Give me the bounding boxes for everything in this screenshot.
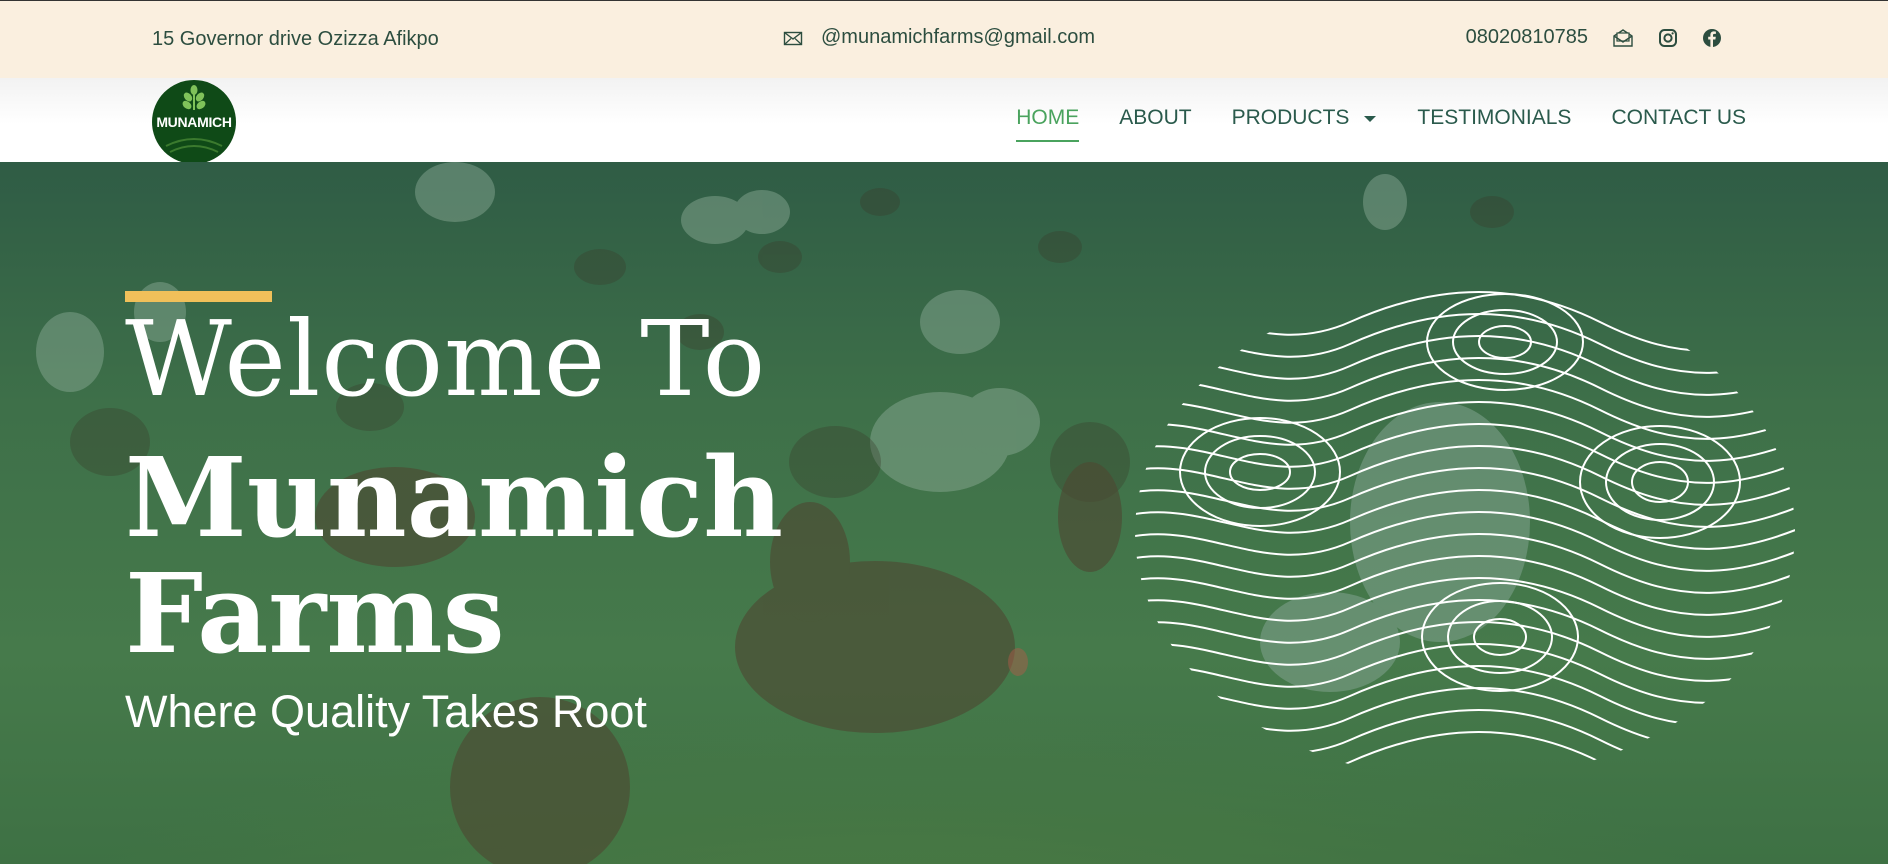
nav-products-label: PRODUCTS (1231, 106, 1350, 129)
mail-open-icon[interactable] (1612, 28, 1634, 48)
nav-home[interactable]: HOME (1016, 106, 1080, 142)
welcome-heading: Welcome To (125, 298, 767, 420)
facebook-icon[interactable] (1702, 28, 1722, 48)
email-text[interactable]: @munamichfarms@gmail.com (821, 26, 1095, 49)
brand-line-1: Munamich (125, 433, 784, 562)
nav-contact-us[interactable]: CONTACT US (1611, 106, 1746, 130)
phone-text[interactable]: 08020810785 (1466, 26, 1588, 49)
nav-contact-label: CONTACT US (1611, 106, 1746, 129)
brand-line-2: Farms (125, 549, 505, 678)
nav-home-label: HOME (1016, 106, 1080, 129)
hero-tagline: Where Quality Takes Root (125, 686, 647, 737)
nav-testimonials[interactable]: TESTIMONIALS (1417, 106, 1571, 130)
hero-section: Welcome To Munamich Farms Where Quality … (0, 162, 1888, 864)
nav-testimonials-label: TESTIMONIALS (1417, 106, 1572, 129)
envelope-icon (783, 29, 803, 47)
main-navbar: MUNAMICH HOME ABOUT PRODUCTS TESTIMONIAL… (0, 78, 1888, 164)
main-nav: HOME ABOUT PRODUCTS TESTIMONIALS CONTACT… (1016, 106, 1746, 142)
top-contact-bar: 15 Governor drive Ozizza Afikpo @munamic… (0, 0, 1888, 78)
caret-down-icon[interactable] (1363, 106, 1377, 130)
nav-about-label: ABOUT (1119, 106, 1192, 129)
nav-products[interactable]: PRODUCTS (1232, 106, 1378, 130)
instagram-icon[interactable] (1658, 28, 1678, 48)
nav-about[interactable]: ABOUT (1119, 106, 1191, 130)
logo-text: MUNAMICH (156, 114, 232, 130)
contour-pattern-graphic (1135, 291, 1795, 780)
address-text: 15 Governor drive Ozizza Afikpo (152, 28, 439, 50)
email-link[interactable]: @munamichfarms@gmail.com (783, 26, 1095, 49)
munamich-logo[interactable]: MUNAMICH (152, 80, 236, 164)
brand-heading: Munamich Farms (125, 440, 783, 672)
